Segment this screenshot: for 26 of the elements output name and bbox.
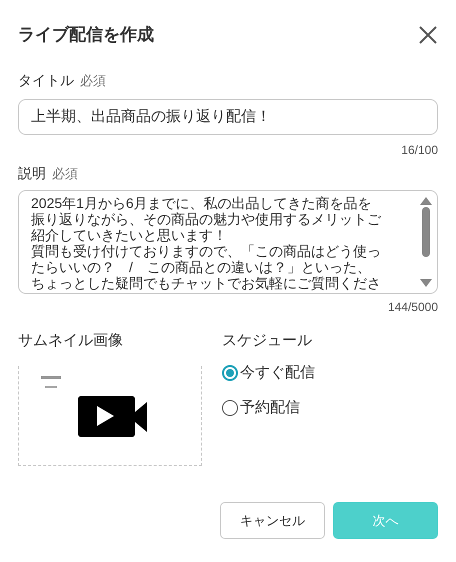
radio-option[interactable]: 予約配信 — [222, 396, 315, 419]
required-tag: 必須 — [52, 164, 78, 183]
thumbnail-label: サムネイル画像 — [18, 330, 124, 350]
title-input[interactable]: 上半期、出品商品の振り返り配信！ — [18, 98, 438, 134]
description-line: 紹介していきたいと思います！ — [31, 226, 228, 242]
close-icon — [419, 26, 437, 44]
scroll-down-icon[interactable] — [420, 278, 432, 286]
description-line: 質問も受け付けておりますので、「この商品はどう使っ — [31, 242, 382, 258]
radio-option[interactable]: 今すぐ配信 — [222, 362, 315, 384]
field-label: タイトル — [18, 70, 74, 90]
cancel-button[interactable]: キャンセル — [220, 502, 325, 539]
field-label: 説明 — [18, 164, 46, 182]
radio-button[interactable] — [222, 400, 238, 416]
description-line: 振り返りながら、その商品の魅力や使用するメリットご — [31, 210, 382, 226]
scroll-up-icon[interactable] — [420, 196, 432, 204]
required-tag: 必須 — [80, 70, 106, 90]
description-line: 2025年1月から6月までに、私の出品してきた商を品を — [31, 194, 373, 210]
radio-button[interactable] — [222, 365, 238, 382]
description-textarea[interactable]: 2025年1月から6月までに、私の出品してきた商を品を 振り返りながら、その商品の魅力や使用するメリットご 紹介していきたいと思います！ 質問も受け付けておりますので、「この商品はどう使っ たらいいの？ / この商品との違いは？」といった、 ちょっとした疑問でもチャットでお気軽にご質問くださ — [18, 190, 438, 294]
dialog-title: ライブ配信を作成 — [18, 24, 154, 46]
description-line: たらいいの？ / この商品との違いは？」といった、 — [31, 258, 372, 274]
schedule-label: スケジュール — [222, 330, 313, 350]
description-line: ちょっとした疑問でもチャットでお気軽にご質問くださ — [31, 274, 382, 290]
char-count: 144/5000 — [388, 298, 438, 316]
char-count: 16/100 — [401, 142, 438, 158]
scroll-thumb[interactable] — [422, 206, 430, 256]
